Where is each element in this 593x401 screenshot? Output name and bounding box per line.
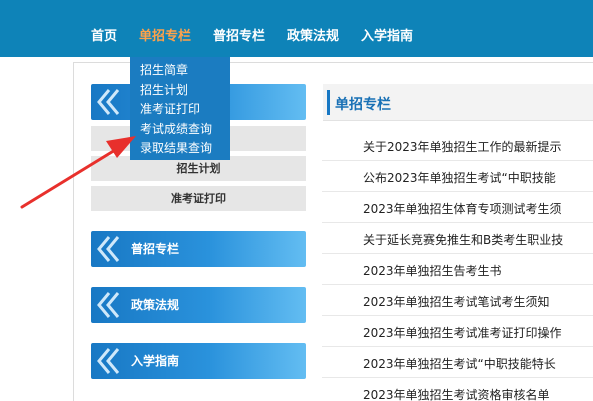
news-link[interactable]: 2023年单独招生考试准考证打印操作 (363, 324, 562, 341)
news-link[interactable]: 2023年单独招生考试资格审核名单 (363, 386, 550, 401)
content-frame-left (73, 62, 74, 401)
double-chevron-left-icon (97, 236, 120, 262)
sidebar-sub-item-ticket[interactable]: 准考证打印 (91, 186, 306, 211)
news-link[interactable]: 2023年单独招生告考生书 (363, 262, 502, 279)
double-chevron-left-icon (97, 348, 120, 374)
list-item[interactable]: 关于2023年单独招生工作的最新提示 (322, 130, 593, 161)
list-item[interactable]: 2023年单独招生考试资格审核名单 (322, 378, 593, 401)
news-link[interactable]: 2023年单独招生考试“中职技能特长 (363, 355, 556, 372)
nav-single-enrollment[interactable]: 单招专栏 (139, 28, 191, 46)
list-item[interactable]: 2023年单独招生告考生书 (322, 254, 593, 285)
list-item[interactable]: 公布2023年单独招生考试“中职技能 (322, 161, 593, 192)
sidebar-section-general[interactable]: 普招专栏 (91, 231, 306, 267)
news-link[interactable]: 关于2023年单独招生工作的最新提示 (363, 138, 562, 155)
top-nav-bar: 首页 单招专栏 普招专栏 政策法规 入学指南 (0, 0, 593, 57)
sidebar-section-label: 入学指南 (131, 354, 180, 368)
sidebar-section-label: 普招专栏 (131, 242, 180, 256)
dropdown-item-result-query[interactable]: 录取结果查询 (140, 139, 230, 159)
nav-general-enrollment[interactable]: 普招专栏 (213, 28, 265, 46)
nav-policies[interactable]: 政策法规 (287, 28, 339, 46)
double-chevron-left-icon (97, 89, 120, 115)
dropdown-item-brochure[interactable]: 招生简章 (140, 61, 230, 81)
news-link[interactable]: 2023年单独招生体育专项测试考生须 (363, 200, 562, 217)
news-link[interactable]: 2023年单独招生考试笔试考生须知 (363, 293, 550, 310)
panel-header: 单招专栏 (323, 84, 593, 121)
news-link[interactable]: 关于延长竞赛免推生和B类考生职业技 (363, 231, 563, 248)
nav-home[interactable]: 首页 (91, 28, 117, 46)
dropdown-item-plan[interactable]: 招生计划 (140, 81, 230, 101)
sidebar-section-guide[interactable]: 入学指南 (91, 343, 306, 379)
single-enrollment-dropdown: 招生简章 招生计划 准考证打印 考试成绩查询 录取结果查询 (130, 57, 230, 160)
double-chevron-left-icon (97, 292, 120, 318)
list-item[interactable]: 2023年单独招生体育专项测试考生须 (322, 192, 593, 223)
sidebar-section-policies[interactable]: 政策法规 (91, 287, 306, 323)
list-item[interactable]: 2023年单独招生考试准考证打印操作 (322, 316, 593, 347)
news-link[interactable]: 公布2023年单独招生考试“中职技能 (363, 169, 556, 186)
list-item[interactable]: 关于延长竞赛免推生和B类考生职业技 (322, 223, 593, 254)
list-item[interactable]: 2023年单独招生考试“中职技能特长 (322, 347, 593, 378)
panel-header-accent (327, 90, 330, 115)
news-list: 关于2023年单独招生工作的最新提示 公布2023年单独招生考试“中职技能 20… (322, 130, 593, 401)
sidebar-section-label: 政策法规 (131, 298, 180, 312)
dropdown-item-admission-ticket[interactable]: 准考证打印 (140, 100, 230, 120)
panel-title: 单招专栏 (335, 97, 391, 113)
list-item[interactable]: 2023年单独招生考试笔试考生须知 (322, 285, 593, 316)
nav-admission-guide[interactable]: 入学指南 (361, 28, 413, 46)
dropdown-item-score-query[interactable]: 考试成绩查询 (140, 120, 230, 140)
